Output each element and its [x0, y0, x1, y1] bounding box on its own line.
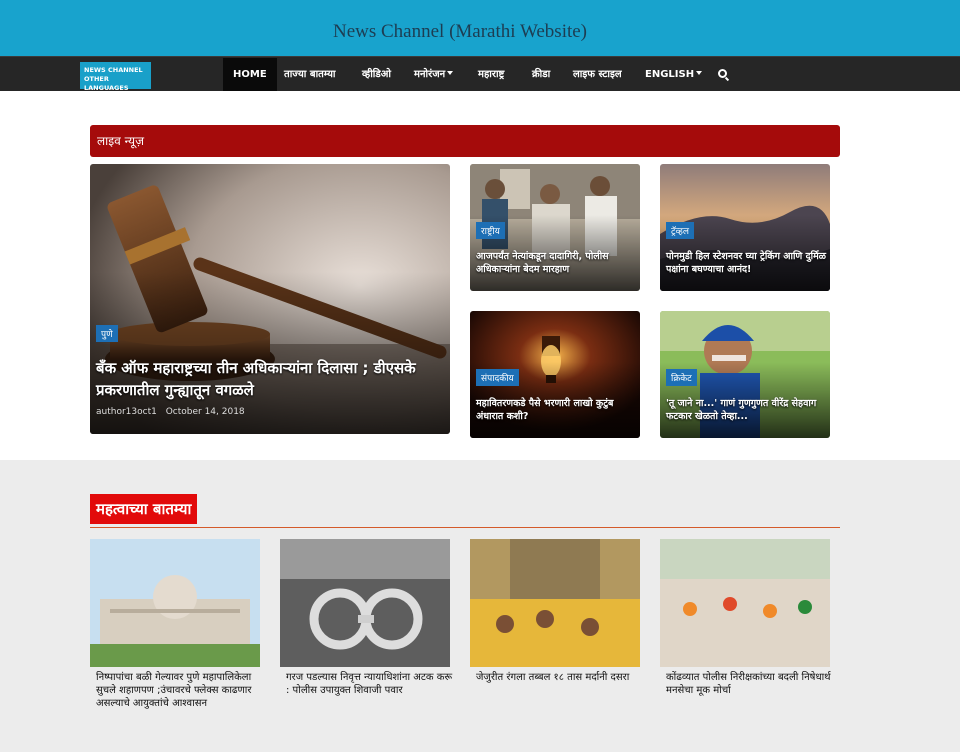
- category-badge[interactable]: पुणे: [96, 325, 118, 342]
- search-icon[interactable]: [718, 69, 727, 78]
- news-title[interactable]: निष्पापांचा बळी गेल्यावर पुणे महापालिकेल…: [96, 671, 266, 710]
- nav-home[interactable]: HOME: [223, 58, 277, 91]
- nav-lifestyle[interactable]: लाइफ स्टाइल: [573, 58, 622, 91]
- featured-news-title[interactable]: बँक ऑफ महाराष्ट्रच्या तीन अधिकाऱ्यांना द…: [96, 357, 446, 401]
- chevron-down-icon: [447, 71, 454, 75]
- news-title[interactable]: कोंढव्यात पोलीस निरीक्षकांच्या बदली निषे…: [666, 671, 836, 697]
- category-badge[interactable]: संपादकीय: [476, 369, 519, 386]
- featured-news-card[interactable]: पुणे बँक ऑफ महाराष्ट्रच्या तीन अधिकाऱ्या…: [90, 164, 450, 434]
- other-languages-logo[interactable]: NEWS CHANNEL OTHER LANGUAGES: [80, 62, 151, 92]
- logo-line-1: NEWS CHANNEL: [84, 66, 143, 74]
- news-card[interactable]: संपादकीय महावितरणकडे पैसे भरणारी लाखो कु…: [470, 311, 640, 438]
- news-card[interactable]: क्रिकेट 'तू जाने ना...' गाणं गुणगुणत वीर…: [660, 311, 830, 438]
- news-thumbnail[interactable]: [280, 539, 450, 667]
- main-navbar: NEWS CHANNEL OTHER LANGUAGES HOME ताज्या…: [0, 56, 960, 92]
- nav-entertainment[interactable]: मनोरंजन: [414, 58, 454, 91]
- news-card[interactable]: राष्ट्रीय आजपर्यंत नेत्यांकडून दादागिरी,…: [470, 164, 640, 291]
- post-meta: author13oct1 October 14, 2018: [96, 407, 245, 417]
- news-title[interactable]: गरज पडल्यास निवृत्त न्यायाधिशांना अटक कर…: [286, 671, 456, 697]
- category-badge[interactable]: ट्रॅव्हल: [666, 222, 695, 239]
- nav-maharashtra[interactable]: महाराष्ट्र: [478, 58, 504, 91]
- news-title[interactable]: जेजुरीत रंगला तब्बल १८ तास मर्दानी दसरा: [476, 671, 646, 684]
- nav-videos[interactable]: व्हीडिओ: [362, 58, 391, 91]
- site-title[interactable]: News Channel (Marathi Website): [0, 21, 920, 43]
- news-title[interactable]: महावितरणकडे पैसे भरणारी लाखो कुटुंब अंधा…: [476, 397, 638, 423]
- category-badge[interactable]: राष्ट्रीय: [476, 222, 505, 239]
- news-card[interactable]: ट्रॅव्हल पोनमुडी हिल स्टेशनवर घ्या ट्रेक…: [660, 164, 830, 291]
- news-photo: [280, 539, 450, 667]
- news-title[interactable]: आजपर्यंत नेत्यांकडून दादागिरी, पोलीस अधि…: [476, 250, 638, 276]
- news-thumbnail[interactable]: [470, 539, 640, 667]
- nav-english[interactable]: ENGLISH: [645, 58, 703, 91]
- nav-latest-news[interactable]: ताज्या बातम्या: [284, 58, 336, 91]
- news-photo: [470, 539, 640, 667]
- live-news-heading: लाइव न्यूज़: [90, 125, 840, 157]
- section-divider: [90, 527, 840, 528]
- news-title[interactable]: पोनमुडी हिल स्टेशनवर घ्या ट्रेकिंग आणि द…: [666, 250, 828, 276]
- post-author[interactable]: author13oct1: [96, 407, 157, 417]
- chevron-down-icon: [696, 71, 703, 75]
- news-thumbnail[interactable]: [660, 539, 830, 667]
- news-title[interactable]: 'तू जाने ना...' गाणं गुणगुणत वीरेंद्र से…: [666, 397, 828, 423]
- news-thumbnail[interactable]: [90, 539, 260, 667]
- news-photo: [660, 539, 830, 667]
- logo-line-2: OTHER LANGUAGES: [84, 75, 129, 92]
- nav-sports[interactable]: क्रीडा: [532, 58, 550, 91]
- important-news-heading: महत्वाच्या बातम्या: [90, 494, 198, 524]
- site-header: News Channel (Marathi Website): [0, 0, 960, 56]
- category-badge[interactable]: क्रिकेट: [666, 369, 697, 386]
- post-date: October 14, 2018: [165, 407, 245, 417]
- news-photo: [90, 539, 260, 667]
